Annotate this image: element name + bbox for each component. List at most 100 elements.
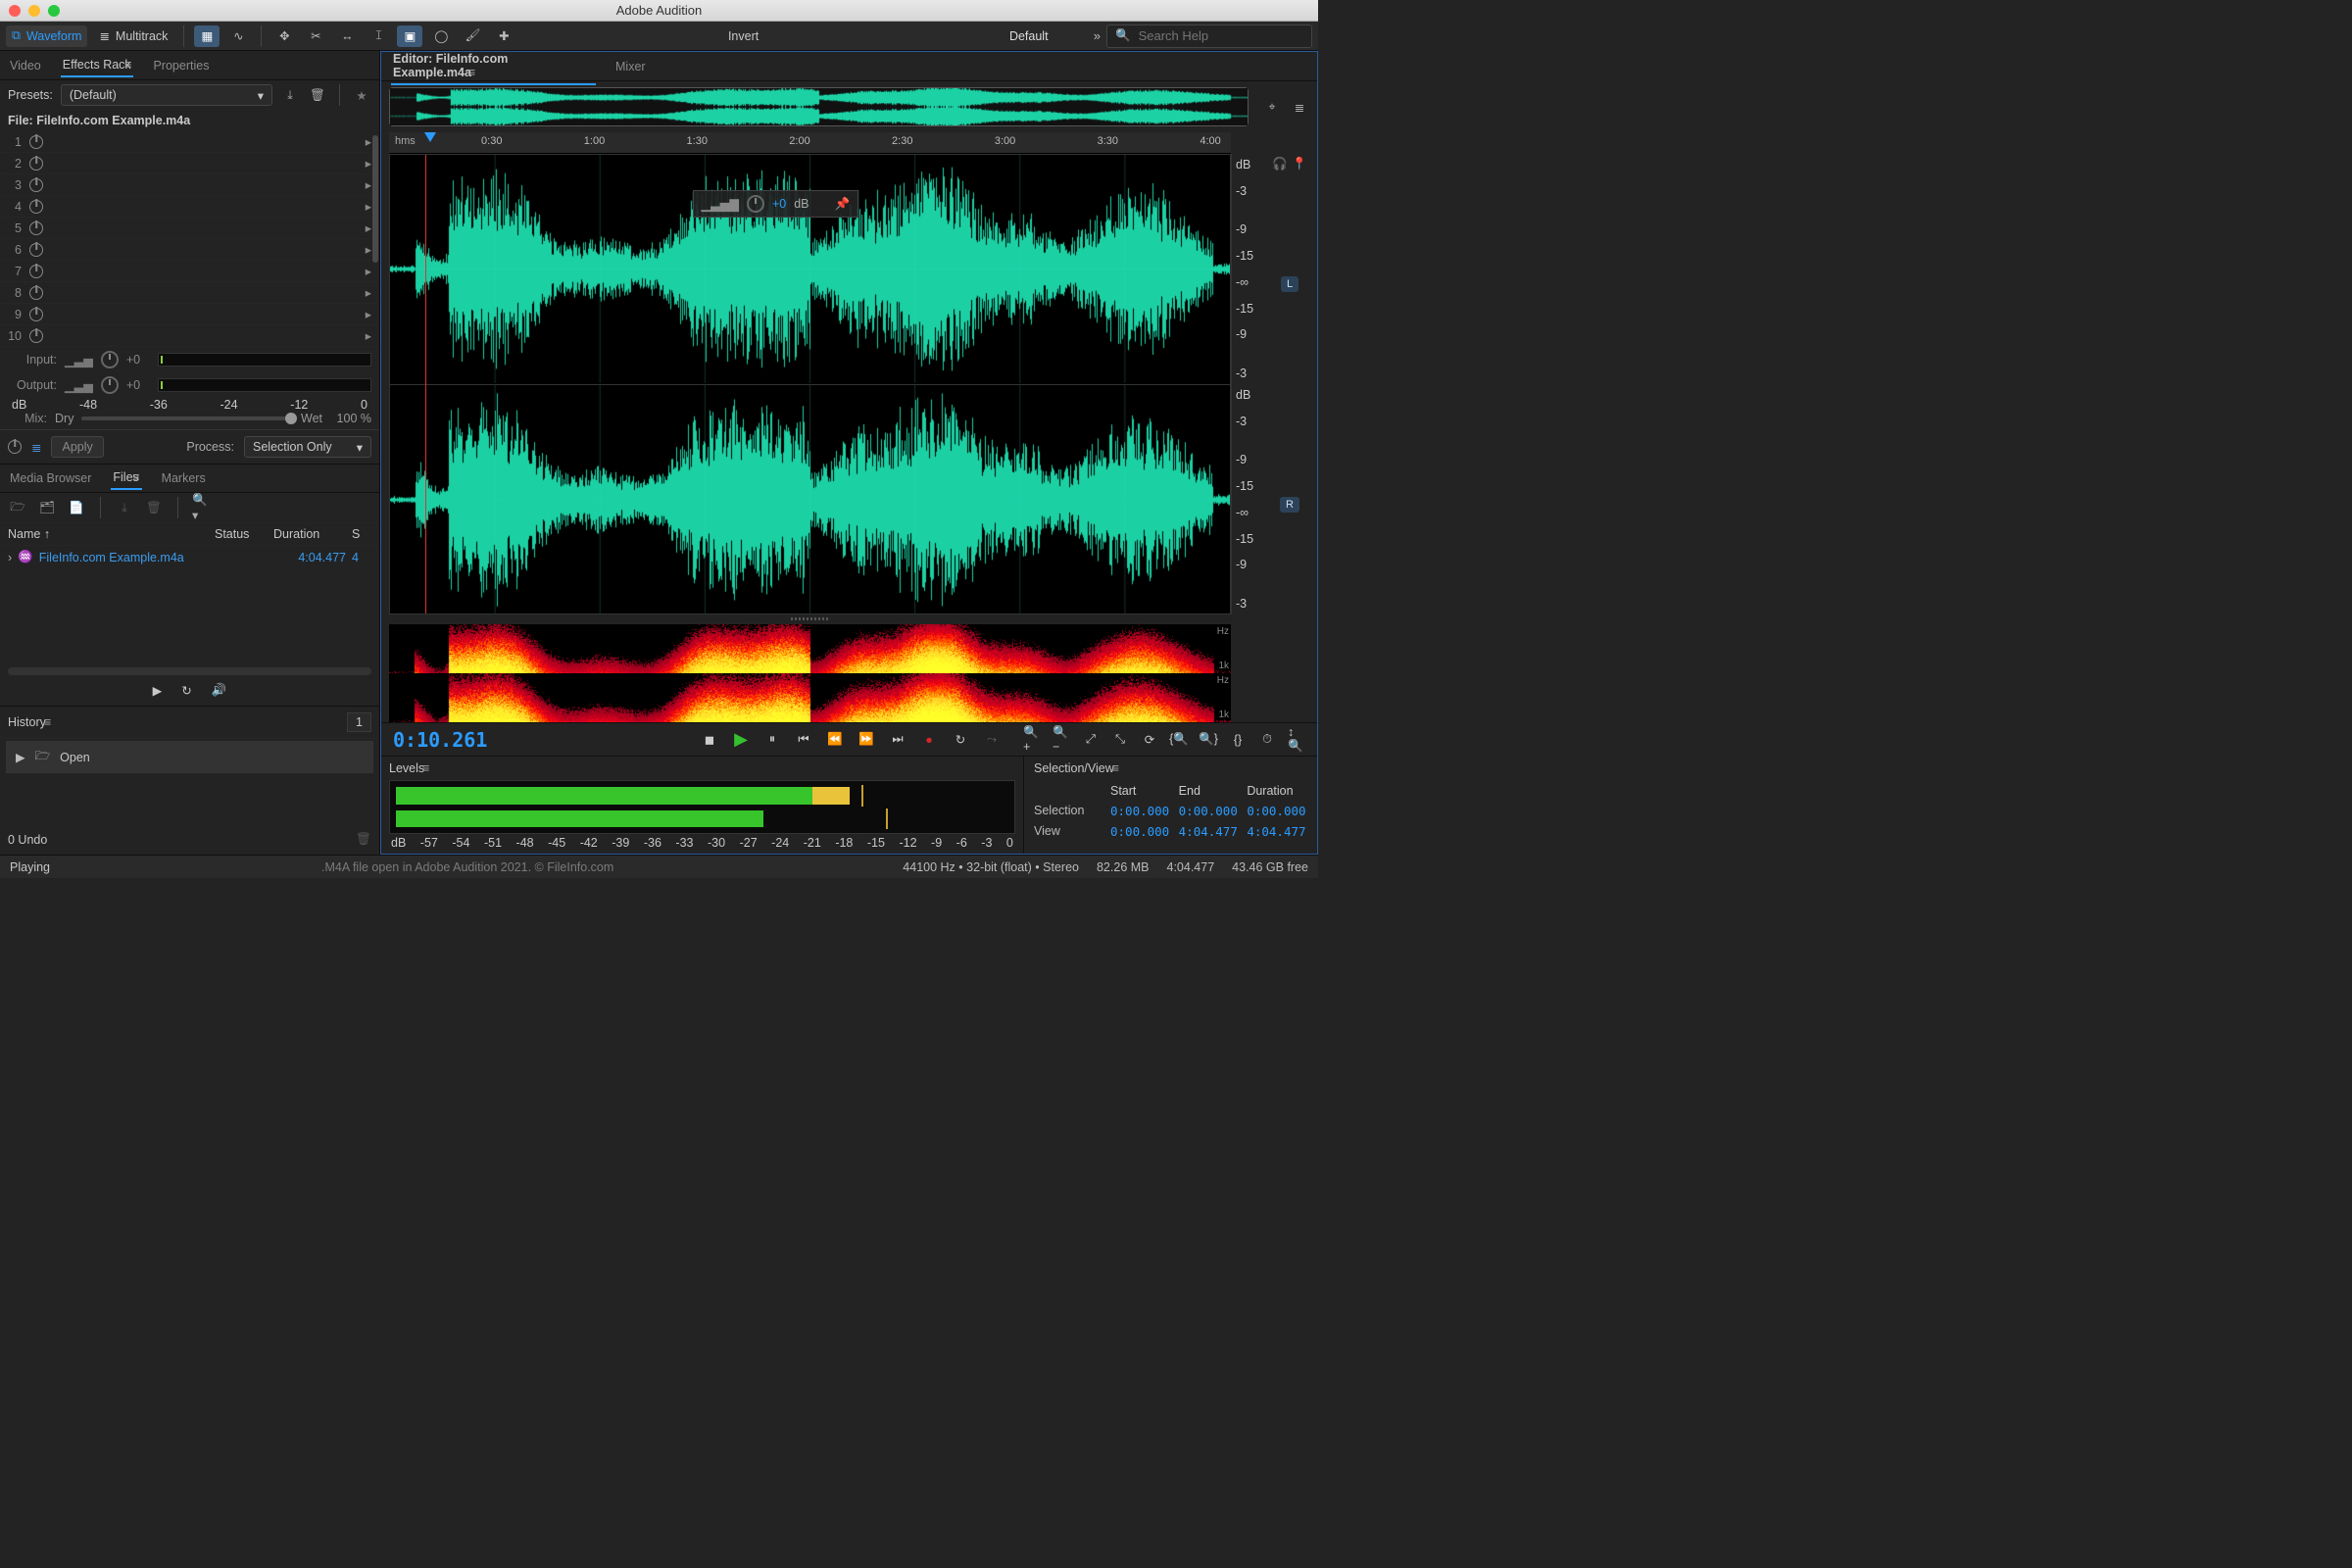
workspace-overflow-icon[interactable]: » <box>1094 28 1101 43</box>
history-item[interactable]: ▶ 🗁 Open <box>6 741 373 773</box>
zoom-reset-icon[interactable]: ⟳ <box>1141 731 1158 749</box>
slot-power-icon[interactable] <box>29 329 43 343</box>
waveform-mode-button[interactable]: ⧉ Waveform <box>6 25 87 47</box>
zoom-full-icon[interactable]: ⤢ <box>1082 731 1100 749</box>
slip-tool[interactable]: ↔ <box>334 25 360 47</box>
chevron-right-icon[interactable]: ▸ <box>366 199 371 214</box>
pause-button[interactable]: ⏸ <box>763 731 781 749</box>
filter-search-icon[interactable]: 🔍▾ <box>192 498 212 517</box>
chevron-right-icon[interactable]: ▸ <box>366 242 371 257</box>
output-gain-knob[interactable] <box>101 376 119 394</box>
power-toggle[interactable] <box>8 440 22 454</box>
zoom-in-point-icon[interactable]: {🔍 <box>1170 731 1188 749</box>
effect-slot[interactable]: 8▸ <box>0 282 379 304</box>
timer-icon[interactable]: ⏱ <box>1258 731 1276 749</box>
slots-scrollbar[interactable] <box>372 135 378 263</box>
files-hscroll[interactable] <box>8 667 371 675</box>
preview-autoplay-icon[interactable]: 🔊 <box>212 683 227 698</box>
chevron-right-icon[interactable]: ▸ <box>366 220 371 235</box>
files-columns[interactable]: Name ↑ Status Duration S <box>0 523 379 546</box>
tab-properties[interactable]: Properties <box>151 55 211 76</box>
tab-markers[interactable]: Markers <box>160 467 208 489</box>
favorite-icon[interactable]: ★ <box>352 85 371 105</box>
stop-button[interactable]: ◼ <box>701 731 718 749</box>
open-folder-icon[interactable]: 🗁 <box>8 498 27 517</box>
zoom-selection-icon[interactable]: ⤡ <box>1111 731 1129 749</box>
slot-power-icon[interactable] <box>29 178 43 192</box>
waveform-display[interactable]: ▁▃▅▇ +0 dB 📌 <box>389 154 1231 614</box>
zoom-vert-icon[interactable]: ↕🔍 <box>1288 731 1305 749</box>
levels-menu-icon[interactable]: ≡ <box>422 761 429 775</box>
tab-mixer[interactable]: Mixer <box>613 56 648 77</box>
delete-preset-icon[interactable]: 🗑 <box>308 85 327 105</box>
preview-loop-icon[interactable]: ↻ <box>181 683 191 698</box>
play-button[interactable]: ▶ <box>732 731 750 749</box>
pin-blue-icon[interactable]: 📍 <box>1292 157 1307 172</box>
headphone-icon[interactable]: 🎧 <box>1272 157 1288 172</box>
pin-icon[interactable]: 📌 <box>835 197 851 212</box>
channel-left-label[interactable]: L <box>1270 173 1309 394</box>
move-tool[interactable]: ✥ <box>271 25 297 47</box>
slot-power-icon[interactable] <box>29 243 43 257</box>
slider-thumb-icon[interactable] <box>285 413 297 424</box>
loop-button[interactable]: ↻ <box>952 731 969 749</box>
hud-knob[interactable] <box>747 195 764 213</box>
time-ruler[interactable]: hms 0:301:001:302:002:303:003:304:00 <box>389 132 1231 154</box>
mix-slider[interactable] <box>81 416 293 420</box>
spectrogram-display[interactable]: Hz 1k Hz 1k <box>389 624 1231 722</box>
history-menu-icon[interactable]: ≡ <box>44 715 51 729</box>
preview-play-icon[interactable]: ▶ <box>153 683 163 698</box>
fast-forward-button[interactable]: ⏩ <box>858 731 875 749</box>
slot-power-icon[interactable] <box>29 200 43 214</box>
heal-tool[interactable]: ✚ <box>491 25 516 47</box>
timecode[interactable]: 0:10.261 <box>393 728 569 752</box>
effect-slot[interactable]: 4▸ <box>0 196 379 218</box>
clear-history-icon[interactable]: 🗑 <box>356 832 371 847</box>
hud-overlay[interactable]: ▁▃▅▇ +0 dB 📌 <box>693 190 859 218</box>
spectrogram-resize-grip[interactable] <box>389 614 1231 622</box>
pan-overview-icon[interactable]: ⌖ <box>1262 97 1282 117</box>
toggle-waveform-display[interactable]: ▦ <box>194 25 220 47</box>
time-select-tool[interactable]: 𝙸 <box>366 25 391 47</box>
slot-power-icon[interactable] <box>29 157 43 171</box>
slot-power-icon[interactable] <box>29 221 43 235</box>
effect-slot[interactable]: 5▸ <box>0 218 379 239</box>
effect-slot[interactable]: 9▸ <box>0 304 379 325</box>
disclosure-icon[interactable]: › <box>8 551 12 564</box>
chevron-right-icon[interactable]: ▸ <box>366 307 371 321</box>
slot-power-icon[interactable] <box>29 265 43 278</box>
invert-button[interactable]: Invert <box>728 25 759 47</box>
tab-effects-rack[interactable]: Effects Rack ≡ <box>61 54 134 77</box>
tab-editor[interactable]: Editor: FileInfo.com Example.m4a ≡ <box>391 48 596 85</box>
chevron-right-icon[interactable]: ▸ <box>366 156 371 171</box>
tab-files[interactable]: Files ≡ <box>111 466 141 490</box>
selview-menu-icon[interactable]: ≡ <box>1112 761 1119 775</box>
rewind-button[interactable]: ⏪ <box>826 731 844 749</box>
slot-power-icon[interactable] <box>29 286 43 300</box>
presets-dropdown[interactable]: (Default)▾ <box>61 84 272 106</box>
zoom-in-icon[interactable]: 🔍+ <box>1023 731 1041 749</box>
chevron-right-icon[interactable]: ▸ <box>366 285 371 300</box>
slot-power-icon[interactable] <box>29 135 43 149</box>
list-view-icon[interactable]: ≣ <box>1290 97 1309 117</box>
channel-right-label[interactable]: R <box>1270 394 1309 614</box>
process-dropdown[interactable]: Selection Only▾ <box>244 436 371 458</box>
effect-slot[interactable]: 10▸ <box>0 325 379 347</box>
apply-button[interactable]: Apply <box>51 436 103 458</box>
effect-slot[interactable]: 7▸ <box>0 261 379 282</box>
input-gain-knob[interactable] <box>101 351 119 368</box>
overview-waveform[interactable] <box>389 87 1249 126</box>
file-row[interactable]: › ♒ FileInfo.com Example.m4a 4:04.477 4 <box>0 546 379 568</box>
chevron-right-icon[interactable]: ▸ <box>366 134 371 149</box>
effect-slot[interactable]: 6▸ <box>0 239 379 261</box>
skip-forward-button[interactable]: ⏭ <box>889 731 906 749</box>
help-search-input[interactable] <box>1137 27 1303 44</box>
zoom-out-point-icon[interactable]: 🔍} <box>1200 731 1217 749</box>
skip-selection-button[interactable]: ⤳ <box>983 731 1001 749</box>
playhead-icon[interactable] <box>424 132 436 142</box>
zoom-sel-icon[interactable]: {} <box>1229 731 1247 749</box>
lasso-tool[interactable]: ◯ <box>428 25 454 47</box>
panel-menu-icon[interactable]: ≡ <box>124 58 131 72</box>
marquee-tool[interactable]: ▣ <box>397 25 422 47</box>
save-preset-icon[interactable]: ⤓ <box>280 85 300 105</box>
